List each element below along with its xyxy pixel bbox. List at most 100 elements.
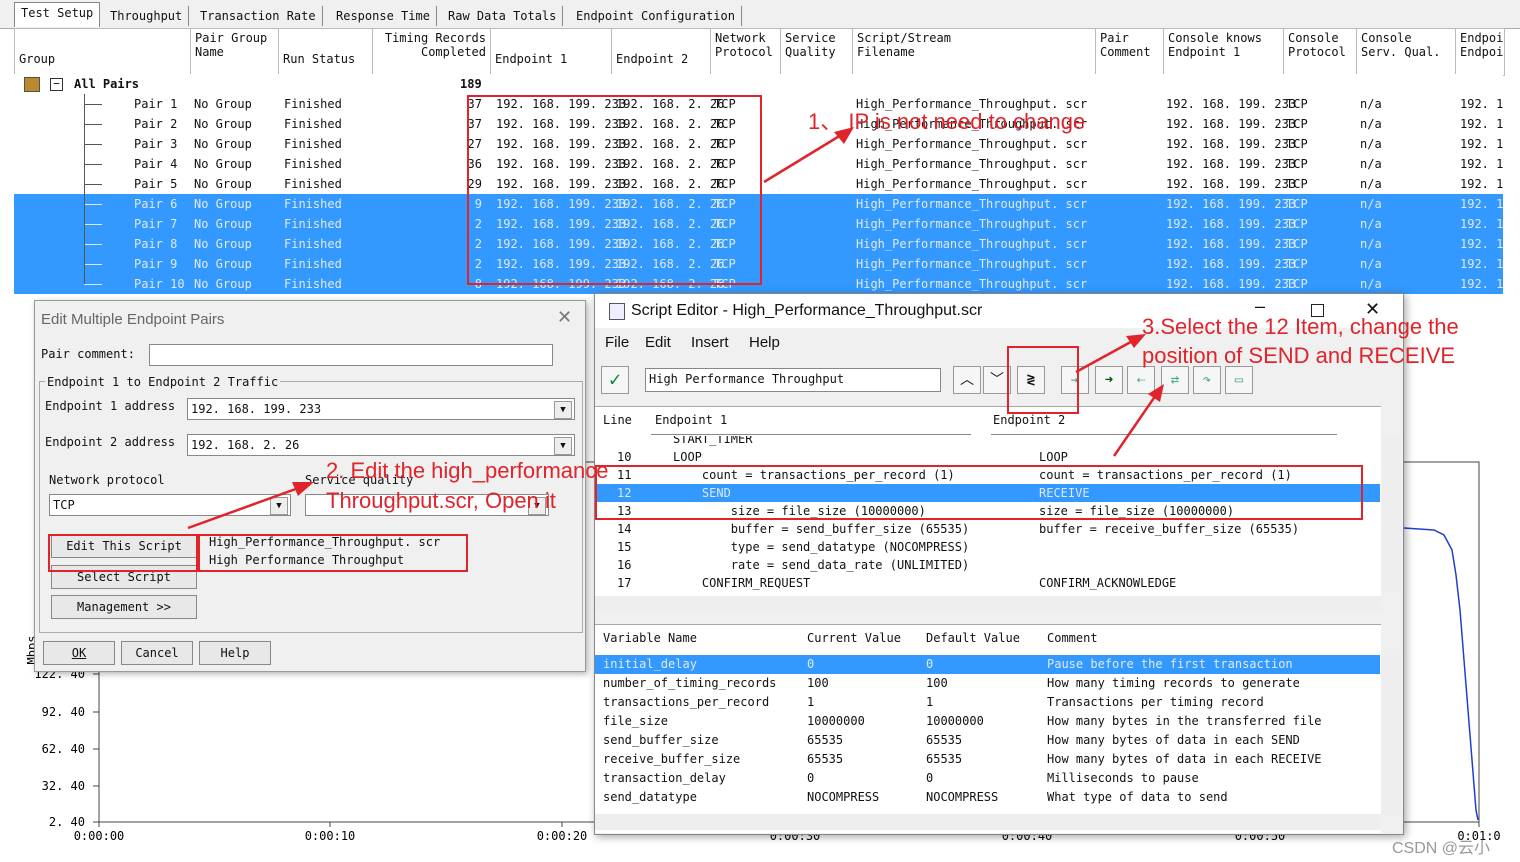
collapse-icon[interactable]: − [50, 78, 63, 91]
script-scrollbar[interactable] [1381, 436, 1401, 592]
traffic-group-label: Endpoint 1 to Endpoint 2 Traffic [45, 375, 281, 389]
script-file-icon [609, 303, 625, 320]
dropdown-arrow-icon[interactable]: ▼ [554, 401, 572, 419]
cell-status: Finished [284, 117, 342, 131]
cell-group: No Group [194, 217, 252, 231]
col-default-value[interactable]: Default Value [926, 631, 1020, 645]
annotation-3-line2: position of SEND and RECEIVE [1142, 343, 1456, 368]
col-console-knows[interactable]: Console knows Endpoint 1 [1164, 29, 1284, 75]
col-console-serv-qual[interactable]: Console Serv. Qual. [1357, 29, 1456, 75]
cell-pair: Pair 4 [134, 157, 178, 171]
col-variable-name[interactable]: Variable Name [603, 631, 697, 645]
variable-row[interactable]: initial_delay 0 0 Pause before the first tr… [595, 655, 1380, 674]
script-line[interactable]: 16 rate = send_data_rate (UNLIMITED) [595, 556, 1380, 574]
col-pair-group-name[interactable]: Pair Group Name [191, 29, 279, 75]
cell-script: High_Performance_Throughput. scr [856, 257, 1088, 271]
col-pair-comment[interactable]: Pair Comment [1096, 29, 1164, 75]
script-cell-ep1: CONFIRM_REQUEST [673, 576, 811, 590]
loop-icon[interactable]: ▭ [1225, 366, 1253, 394]
script-line[interactable]: START_TIMER [595, 436, 1380, 448]
col-console-protocol[interactable]: Console Protocol [1284, 29, 1357, 75]
cell-group: No Group [194, 277, 252, 291]
cell-script: High_Performance_Throughput. scr [856, 137, 1088, 151]
annotation-2-line1: 2. Edit the high_performance [326, 458, 609, 483]
editor-title: Script Editor - High_Performance_Through… [631, 302, 983, 319]
variable-cell-name: send_buffer_size [603, 733, 719, 747]
script-line[interactable]: 10 LOOP LOOP [595, 448, 1380, 466]
cell-status: Finished [284, 197, 342, 211]
pairs-grid-header: Group Pair Group Name Run Status Timing R… [14, 28, 1505, 76]
ok-button[interactable]: OK [43, 641, 115, 665]
script-cell-ep2: LOOP [1039, 450, 1068, 464]
variable-row[interactable]: transaction_delay 0 0 Milliseconds to pause [595, 769, 1380, 788]
cell-status: Finished [284, 217, 342, 231]
cell-cserv: n/a [1360, 177, 1382, 191]
tab-transaction-rate[interactable]: Transaction Rate [194, 6, 323, 26]
col-comment[interactable]: Comment [1047, 631, 1098, 645]
variable-cell-cur: 100 [807, 676, 829, 690]
cancel-button[interactable]: Cancel [121, 641, 193, 665]
redo-icon[interactable]: ↷ [1193, 366, 1221, 394]
script-cell-ep2: buffer = receive_buffer_size (65535) [1039, 522, 1300, 536]
check-icon[interactable]: ✓ [601, 366, 629, 394]
variable-row[interactable]: file_size 10000000 10000000 How many bytes … [595, 712, 1380, 731]
ip-highlight-box [467, 95, 762, 285]
col-timing-records[interactable]: Timing Records Completed [373, 29, 491, 75]
variable-cell-name: file_size [603, 714, 669, 728]
endpoint1-address-combo[interactable]: 192. 168. 199. 233 ▼ [187, 398, 575, 420]
col-endpoint-2[interactable]: Endpoint 2 [612, 29, 711, 75]
cell-console: 192. 168. 199. 233 [1166, 257, 1297, 271]
tab-bar: Test Setup Throughput Transaction Rate Resp… [0, 0, 1520, 29]
variable-row[interactable]: number_of_timing_records 100 100 How many t… [595, 674, 1380, 693]
script-title-input[interactable]: High Performance Throughput [645, 368, 941, 392]
variable-row[interactable]: receive_buffer_size 65535 65535 How many by… [595, 750, 1380, 769]
cell-cserv: n/a [1360, 237, 1382, 251]
menu-edit[interactable]: Edit [645, 334, 671, 351]
menu-help[interactable]: Help [749, 334, 780, 351]
variable-cell-comment: Pause before the first transaction [1047, 657, 1293, 671]
col-script-filename[interactable]: Script/Stream Filename [853, 29, 1096, 75]
col-endpoint-truncated[interactable]: Endpoi Endpoi [1456, 29, 1504, 75]
dropdown-arrow-icon[interactable]: ▼ [554, 437, 572, 455]
move-up-icon[interactable]: ︿ [953, 366, 981, 394]
dialog-close-icon[interactable]: ✕ [557, 307, 572, 328]
tab-test-setup[interactable]: Test Setup [14, 2, 101, 27]
col-current-value[interactable]: Current Value [807, 631, 901, 645]
col-group[interactable]: Group [15, 29, 191, 75]
tab-endpoint-configuration[interactable]: Endpoint Configuration [570, 6, 742, 26]
variable-row[interactable]: send_datatype NOCOMPRESS NOCOMPRESS What ty… [595, 788, 1380, 807]
col-network-protocol[interactable]: Network Protocol [711, 29, 781, 75]
variable-scrollbar[interactable] [1381, 655, 1401, 815]
menu-file[interactable]: File [605, 334, 629, 351]
script-hscrollbar[interactable] [595, 596, 1381, 612]
help-button[interactable]: Help [199, 641, 271, 665]
endpoint2-address-label: Endpoint 2 address [45, 435, 176, 449]
script-line[interactable]: 15 type = send_datatype (NOCOMPRESS) [595, 538, 1380, 556]
variable-cell-def: 0 [926, 771, 934, 785]
management-button[interactable]: Management >> [51, 595, 197, 619]
pair-comment-input[interactable] [149, 344, 553, 366]
variable-cell-cur: 0 [807, 657, 815, 671]
group-folder-icon [24, 77, 40, 92]
script-line[interactable]: 17 CONFIRM_REQUEST CONFIRM_ACKNOWLEDGE [595, 574, 1380, 592]
tab-throughput[interactable]: Throughput [104, 6, 190, 26]
endpoint2-address-combo[interactable]: 192. 168. 2. 26 ▼ [187, 434, 575, 456]
col-script-endpoint1: Endpoint 1 [655, 413, 728, 427]
variable-hscrollbar[interactable] [595, 814, 1381, 830]
cell-group: No Group [194, 237, 252, 251]
tab-raw-data-totals[interactable]: Raw Data Totals [442, 6, 564, 26]
col-service-quality[interactable]: Service Quality [781, 29, 853, 75]
script-cell-ep2: CONFIRM_ACKNOWLEDGE [1039, 576, 1177, 590]
variable-row[interactable]: send_buffer_size 65535 65535 How many bytes… [595, 731, 1380, 750]
all-pairs-row[interactable]: − All Pairs 189 [14, 74, 1503, 94]
cell-console: 192. 168. 199. 233 [1166, 137, 1297, 151]
menu-insert[interactable]: Insert [691, 334, 729, 351]
cell-pair: Pair 5 [134, 177, 178, 191]
annotation-3-line1: 3.Select the 12 Item, change the [1142, 314, 1459, 339]
tab-response-time[interactable]: Response Time [330, 6, 437, 26]
script-line[interactable]: 14 buffer = send_buffer_size (65535) buff… [595, 520, 1380, 538]
col-run-status[interactable]: Run Status [279, 29, 373, 75]
col-endpoint-1[interactable]: Endpoint 1 [491, 29, 612, 75]
cell-trunc: 192. 16 [1460, 157, 1503, 171]
variable-row[interactable]: transactions_per_record 1 1 Transactions pe… [595, 693, 1380, 712]
